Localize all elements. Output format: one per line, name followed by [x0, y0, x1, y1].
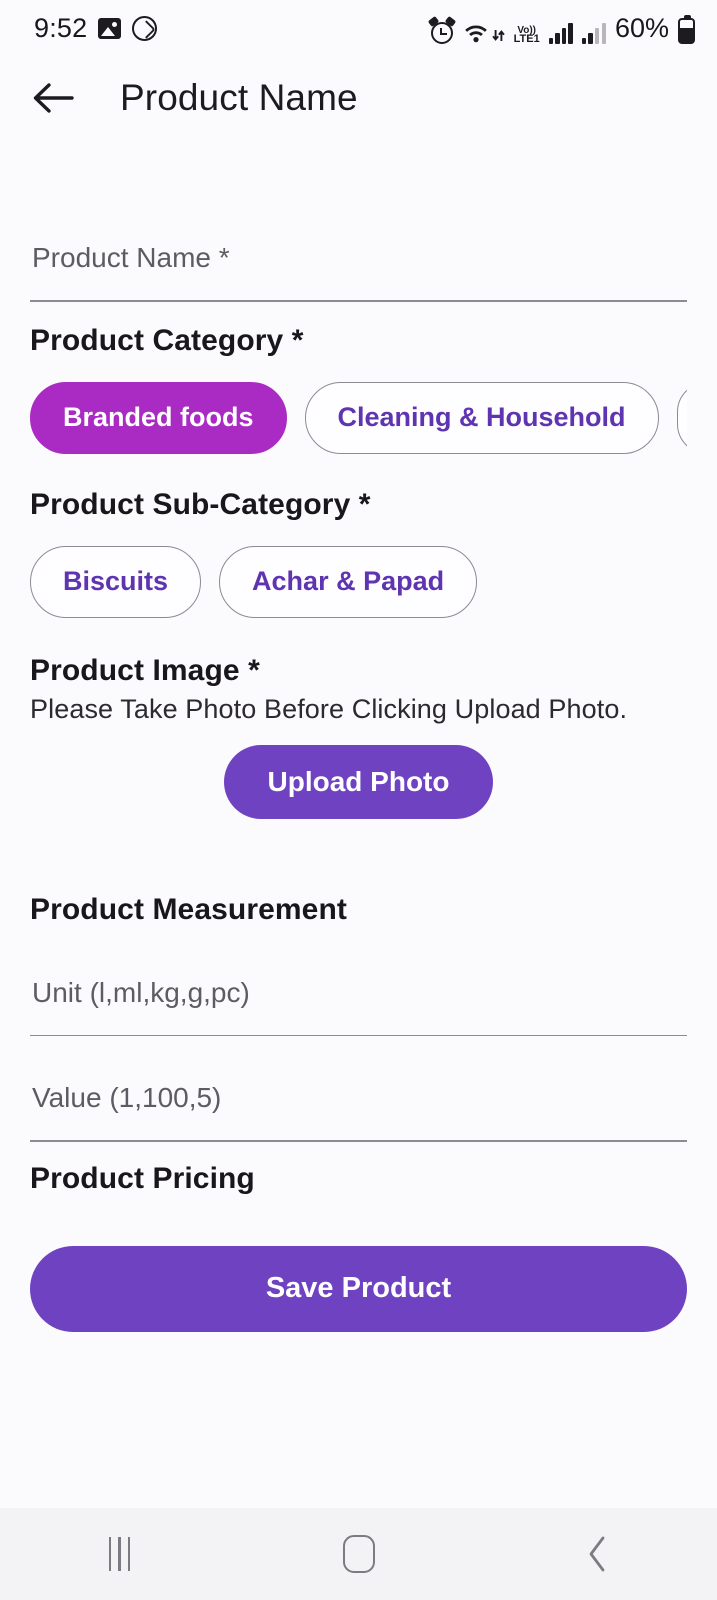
save-product-button[interactable]: Save Product	[30, 1245, 687, 1332]
call-recorder-icon	[132, 15, 158, 41]
sub-category-chip-achar-papad[interactable]: Achar & Papad	[219, 545, 478, 618]
product-measurement-heading: Product Measurement	[30, 892, 347, 926]
product-sub-category-chip-row[interactable]: Biscuits Achar & Papad	[30, 545, 687, 618]
wifi-icon	[462, 20, 505, 44]
sub-category-chip-biscuits[interactable]: Biscuits	[30, 545, 202, 618]
app-bar: Product Name	[0, 56, 717, 140]
wifi-transfer-arrows-icon	[491, 29, 505, 41]
upload-photo-button[interactable]: Upload Photo	[223, 744, 494, 819]
upload-photo-row: Upload Photo	[30, 744, 687, 819]
back-icon[interactable]	[538, 1524, 658, 1584]
system-navigation-bar	[0, 1508, 717, 1600]
category-chip-branded-foods[interactable]: Branded foods	[30, 381, 287, 454]
product-category-chip-row[interactable]: Branded foods Cleaning & Household	[30, 381, 687, 454]
value-placeholder: Value (1,100,5)	[32, 1082, 222, 1114]
product-pricing-heading: Product Pricing	[30, 1161, 255, 1195]
form-content: Product Name * Product Category * Brande…	[0, 140, 717, 1508]
battery-icon	[678, 14, 695, 44]
status-bar-clock: 9:52	[34, 12, 88, 43]
product-sub-category-heading: Product Sub-Category *	[30, 487, 371, 521]
recents-icon[interactable]	[60, 1524, 180, 1584]
arrow-left-icon[interactable]	[30, 75, 76, 121]
battery-percent-label: 60%	[614, 12, 669, 43]
page-title: Product Name	[120, 77, 358, 118]
category-chip-cleaning-household[interactable]: Cleaning & Household	[304, 381, 659, 454]
product-image-note: Please Take Photo Before Clicking Upload…	[30, 693, 628, 724]
status-bar-right: Vo)) LTE1 60%	[430, 12, 695, 45]
unit-placeholder: Unit (l,ml,kg,g,pc)	[32, 976, 250, 1008]
product-image-heading: Product Image *	[30, 653, 260, 687]
value-field[interactable]: Value (1,100,5)	[30, 1068, 687, 1142]
signal-secondary-icon	[581, 22, 606, 44]
volte-icon: Vo)) LTE1	[513, 24, 540, 45]
product-category-heading: Product Category *	[30, 323, 304, 357]
signal-icon	[548, 22, 573, 44]
home-icon[interactable]	[299, 1524, 419, 1584]
alarm-icon	[430, 21, 453, 44]
phone-screen: 9:52 Vo)) LTE1 60% Product Name Product …	[0, 0, 717, 1600]
product-name-field[interactable]: Product Name *	[30, 228, 687, 302]
category-chip-overflow[interactable]	[676, 381, 687, 454]
product-name-placeholder: Product Name *	[32, 242, 230, 273]
status-bar: 9:52 Vo)) LTE1 60%	[0, 0, 717, 56]
unit-field[interactable]: Unit (l,ml,kg,g,pc)	[30, 963, 687, 1037]
status-bar-left: 9:52	[34, 12, 158, 44]
photo-icon	[98, 17, 122, 39]
